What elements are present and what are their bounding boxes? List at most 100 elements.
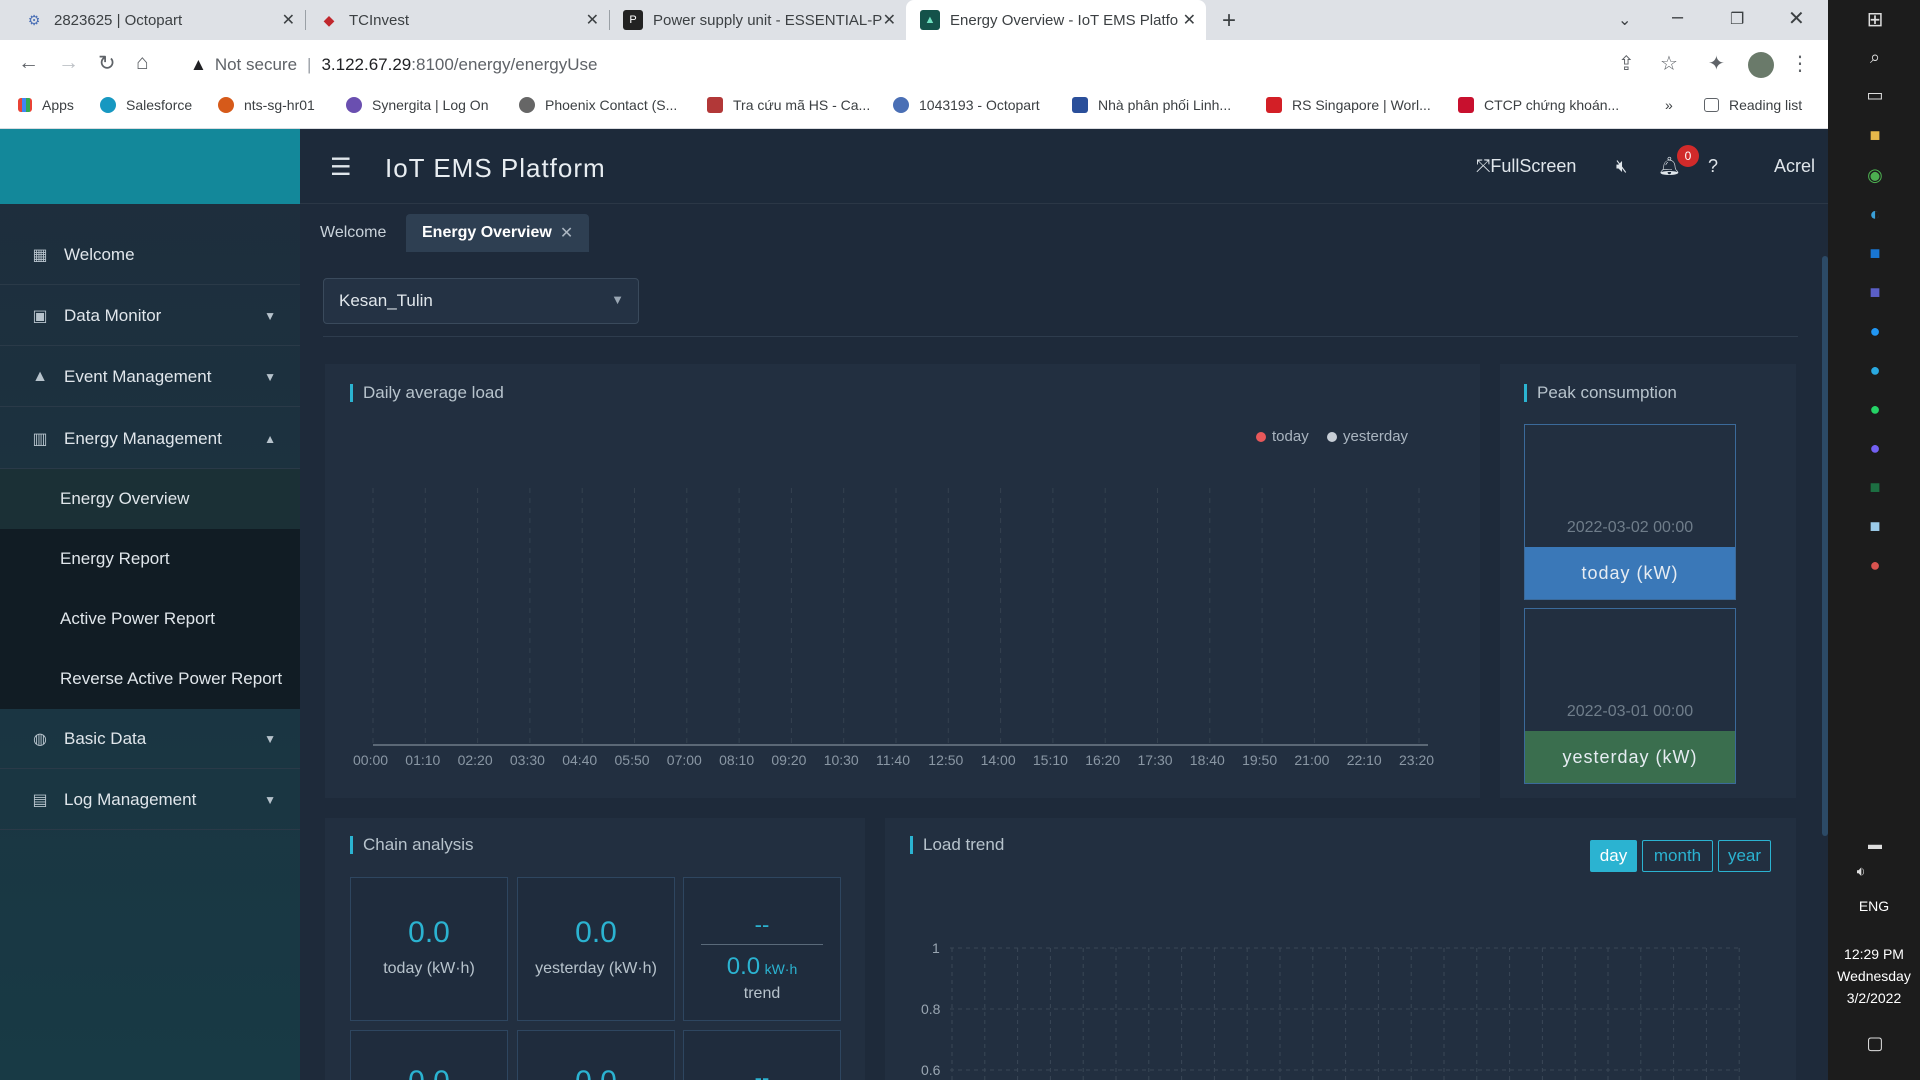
app-icon[interactable]: ■ bbox=[1864, 515, 1886, 537]
close-icon[interactable]: ✕ bbox=[560, 223, 573, 243]
url-host: 3.122.67.29 bbox=[321, 55, 412, 74]
tab-title: Power supply unit - ESSENTIAL-P bbox=[653, 11, 883, 29]
back-icon[interactable]: ← bbox=[18, 51, 39, 75]
bookmark-distributor[interactable]: Nhà phân phối Linh... bbox=[1072, 90, 1231, 120]
bookmark-hs-code[interactable]: Tra cứu mã HS - Ca... bbox=[707, 90, 870, 120]
fullscreen-button[interactable]: ⤧FullScreen bbox=[1476, 156, 1576, 177]
reading-list[interactable]: Reading list bbox=[1704, 90, 1802, 120]
restore-icon[interactable]: ❐ bbox=[1730, 9, 1744, 29]
load-trend-grid bbox=[950, 947, 1740, 1080]
tab-search-icon[interactable]: ⌄ bbox=[1618, 10, 1631, 30]
close-icon[interactable]: ✕ bbox=[883, 10, 896, 30]
search-icon[interactable]: ⌕ bbox=[1864, 46, 1886, 68]
notification-center-icon[interactable]: ▢ bbox=[1864, 1032, 1886, 1054]
more-menu-icon[interactable]: ⋮ bbox=[1790, 51, 1810, 76]
close-icon[interactable]: ✕ bbox=[282, 10, 295, 30]
zalo-icon[interactable]: ● bbox=[1864, 320, 1886, 342]
window-close-icon[interactable]: ✕ bbox=[1788, 6, 1805, 31]
snip-icon[interactable]: ● bbox=[1864, 554, 1886, 576]
file-explorer-icon[interactable]: ■ bbox=[1864, 124, 1886, 146]
chrome-icon[interactable]: ◉ bbox=[1864, 164, 1886, 186]
profile-avatar[interactable] bbox=[1748, 52, 1774, 78]
battery-icon[interactable]: ▬ bbox=[1864, 833, 1886, 855]
excel-icon[interactable]: ■ bbox=[1864, 476, 1886, 498]
sidebar-item-log-management[interactable]: ▤ Log Management ▼ bbox=[0, 770, 300, 830]
sidebar-item-energy-management[interactable]: ▥ Energy Management ▲ bbox=[0, 409, 300, 469]
peak-yesterday-label: yesterday (kW) bbox=[1525, 731, 1735, 783]
sidebar-item-welcome[interactable]: ▦ Welcome bbox=[0, 225, 300, 285]
bookmark-rs[interactable]: RS Singapore | Worl... bbox=[1266, 90, 1431, 120]
browser-tab-octopart[interactable]: ⚙ 2823625 | Octopart ✕ bbox=[0, 0, 306, 40]
extensions-icon[interactable]: ✦ bbox=[1708, 51, 1725, 76]
edge-icon[interactable]: ◐ bbox=[1864, 203, 1886, 225]
daily-load-title: Daily average load bbox=[350, 384, 504, 402]
x-tick-label: 21:00 bbox=[1294, 752, 1330, 768]
clock-day[interactable]: Wednesday bbox=[1828, 968, 1920, 984]
legend-yesterday[interactable]: yesterday bbox=[1327, 428, 1408, 445]
volume-icon[interactable]: 🔉︎ bbox=[1850, 860, 1872, 882]
fullscreen-icon: ⤧ bbox=[1476, 156, 1491, 176]
legend-today[interactable]: today bbox=[1256, 428, 1309, 445]
windows-start-icon[interactable]: ⊞ bbox=[1864, 8, 1886, 31]
viber-icon[interactable]: ● bbox=[1864, 437, 1886, 459]
task-view-icon[interactable]: ▭ bbox=[1864, 84, 1886, 106]
star-icon[interactable]: ☆ bbox=[1660, 51, 1678, 76]
load-trend-year-button[interactable]: year bbox=[1718, 840, 1771, 872]
browser-tab-energy-overview[interactable]: ▲ Energy Overview - IoT EMS Platfo ✕ bbox=[906, 0, 1206, 40]
sidebar-item-data-monitor[interactable]: ▣ Data Monitor ▼ bbox=[0, 286, 300, 346]
share-icon[interactable]: ⇪ bbox=[1618, 51, 1635, 76]
minimize-icon[interactable]: – bbox=[1672, 6, 1683, 29]
language-indicator[interactable]: ENG bbox=[1828, 898, 1920, 914]
legend-dot bbox=[1327, 431, 1337, 442]
close-icon[interactable]: ✕ bbox=[586, 10, 599, 30]
load-trend-month-button[interactable]: month bbox=[1642, 840, 1713, 872]
clock-time[interactable]: 12:29 PM bbox=[1828, 946, 1920, 962]
synergita-icon bbox=[346, 97, 362, 113]
url-divider: | bbox=[307, 55, 312, 74]
site-select[interactable]: Kesan_Tulin ▼ bbox=[323, 278, 639, 324]
bookmark-ssi[interactable]: CTCP chứng khoán... bbox=[1458, 90, 1619, 120]
tab-welcome[interactable]: Welcome bbox=[304, 214, 402, 252]
new-tab-button[interactable]: + bbox=[1222, 7, 1236, 35]
forward-icon[interactable]: → bbox=[58, 51, 79, 75]
telegram-icon[interactable]: ● bbox=[1864, 359, 1886, 381]
load-trend-day-button[interactable]: day bbox=[1590, 840, 1637, 872]
help-icon[interactable]: ? bbox=[1708, 156, 1718, 177]
sidebar-sub-reverse-active-power-report[interactable]: Reverse Active Power Report bbox=[0, 649, 300, 709]
peak-yesterday-card: 2022-03-01 00:00 yesterday (kW) bbox=[1524, 608, 1736, 784]
ssi-icon bbox=[1458, 97, 1474, 113]
menu-toggle-icon[interactable]: ☰ bbox=[330, 153, 352, 182]
outlook-icon[interactable]: ■ bbox=[1864, 242, 1886, 264]
warning-icon: ▲ bbox=[190, 55, 207, 74]
chain-row2-c: -- bbox=[683, 1030, 841, 1080]
user-menu[interactable]: Acrel bbox=[1774, 156, 1815, 177]
mute-icon[interactable]: 🔇︎ bbox=[1616, 156, 1627, 177]
close-icon[interactable]: ✕ bbox=[1183, 10, 1196, 30]
chain-yesterday-value: 0.0 bbox=[575, 916, 617, 949]
y-tick-label: 0.6 bbox=[921, 1062, 941, 1078]
clock-date[interactable]: 3/2/2022 bbox=[1828, 990, 1920, 1006]
sidebar-sub-active-power-report[interactable]: Active Power Report bbox=[0, 589, 300, 649]
reload-icon[interactable]: ↻ bbox=[98, 51, 116, 76]
browser-tab-power-supply[interactable]: P Power supply unit - ESSENTIAL-P ✕ bbox=[609, 0, 906, 40]
sidebar-sub-energy-overview[interactable]: Energy Overview bbox=[0, 469, 300, 529]
tab-energy-overview[interactable]: Energy Overview ✕ bbox=[406, 214, 590, 252]
bookmark-phoenix[interactable]: Phoenix Contact (S... bbox=[519, 90, 677, 120]
bookmark-salesforce[interactable]: Salesforce bbox=[100, 90, 192, 120]
url-field[interactable]: ▲ Not secure | 3.122.67.29:8100/energy/e… bbox=[190, 50, 1700, 80]
salesforce-icon bbox=[100, 97, 116, 113]
bookmark-octopart[interactable]: 1043193 - Octopart bbox=[893, 90, 1040, 120]
bookmarks-overflow[interactable]: » bbox=[1665, 90, 1673, 120]
bookmark-nts[interactable]: nts-sg-hr01 bbox=[218, 90, 315, 120]
whatsapp-icon[interactable]: ● bbox=[1864, 398, 1886, 420]
sidebar-item-event-management[interactable]: ▲ Event Management ▼ bbox=[0, 347, 300, 407]
teams-icon[interactable]: ■ bbox=[1864, 281, 1886, 303]
home-icon[interactable]: ⌂ bbox=[136, 51, 149, 75]
x-tick-label: 02:20 bbox=[457, 752, 493, 768]
sidebar-sub-energy-report[interactable]: Energy Report bbox=[0, 529, 300, 589]
bookmark-synergita[interactable]: Synergita | Log On bbox=[346, 90, 488, 120]
gear-icon: ⚙ bbox=[27, 11, 41, 28]
sidebar-item-basic-data[interactable]: ◍ Basic Data ▼ bbox=[0, 709, 300, 769]
browser-tab-tcinvest[interactable]: ◆ TCInvest ✕ bbox=[305, 0, 610, 40]
bookmark-apps[interactable]: Apps bbox=[18, 90, 74, 120]
